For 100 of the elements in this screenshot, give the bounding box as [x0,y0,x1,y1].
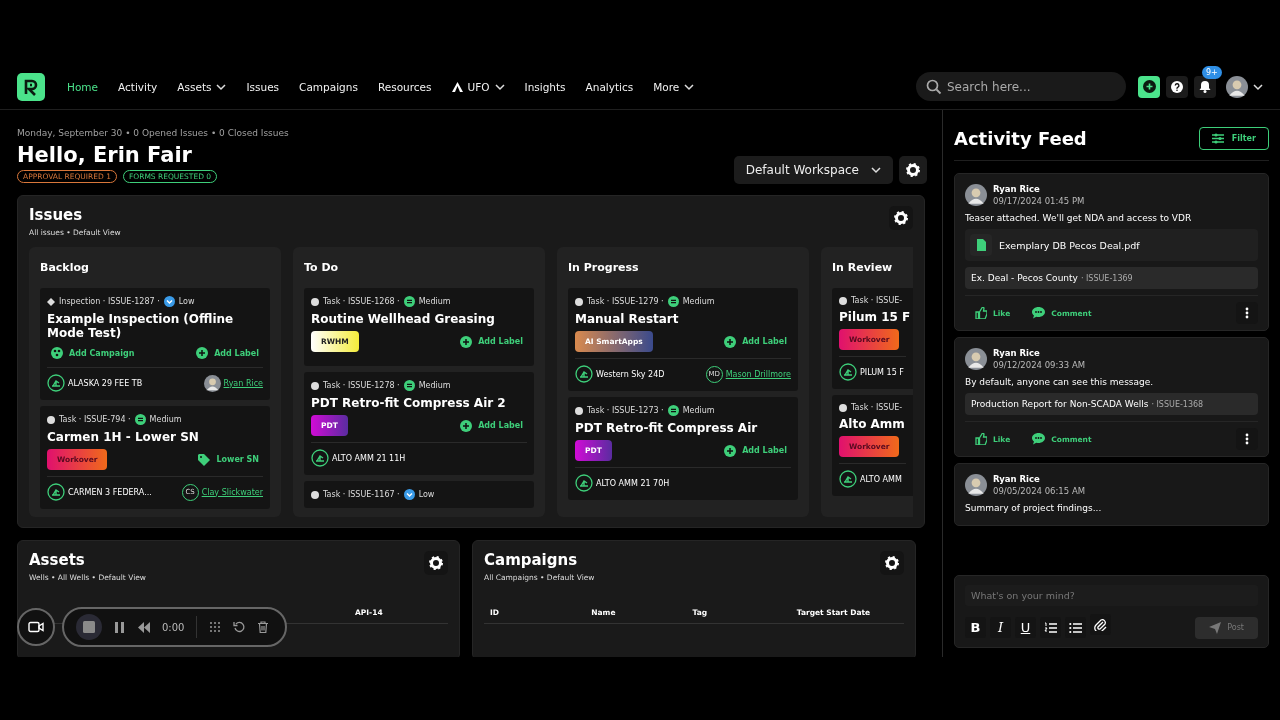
issue-link[interactable]: Production Report for Non-SCADA Wells · ISSUE-1368 [965,393,1258,415]
priority-label: Medium [682,406,715,415]
plus-icon [724,335,737,348]
issue-title: PDT Retro-fit Compress Air 2 [311,396,507,410]
author-name: Ryan Rice [993,348,1041,358]
add-label-button[interactable]: Add Label [456,417,527,434]
settings-button[interactable] [880,551,904,575]
label-link[interactable]: Lower SN [194,451,263,468]
pause-icon [114,621,126,633]
nav-link[interactable]: Analytics [585,76,644,97]
add-label-button[interactable]: Add Label [192,345,263,361]
caret-icon [216,82,227,91]
pump-icon [47,374,65,392]
plus-icon [196,347,209,359]
help-button[interactable] [1166,75,1188,98]
settings-button[interactable] [889,206,913,230]
toolbar-button[interactable] [1090,614,1111,635]
assignee-link[interactable]: Mason Drillmore [725,369,791,379]
priority-label: Low [178,297,195,306]
issue-card[interactable]: Task · ISSUE-1167 · Low [304,481,534,508]
nav-link[interactable]: Resources [377,76,442,97]
add-campaign-button[interactable]: Add Campaign [47,345,139,361]
notifications-button[interactable] [1194,75,1216,98]
nav-link[interactable]: UFO [451,76,515,97]
more-button[interactable] [1236,428,1258,450]
avatar-icon [1226,75,1248,98]
paperclip-icon [1094,618,1107,631]
nav-link[interactable]: Activity [118,76,168,97]
issue-title: Routine Wellhead Greasing [311,312,496,326]
settings-button[interactable] [899,156,927,184]
search-field[interactable]: Search here... [916,72,1126,101]
attachment[interactable]: Exemplary DB Pecos Deal.pdf [965,229,1258,261]
stop-button[interactable] [76,614,102,640]
more-button[interactable] [1236,302,1258,324]
avatar-icon [965,348,987,370]
add-label-button[interactable]: Add Label [720,333,791,350]
issue-title: Production Report for Non-SCADA Wells [971,399,1149,409]
rewind-button[interactable] [138,621,150,633]
plus-icon [460,335,473,348]
filter-button[interactable]: Filter [1198,127,1269,150]
pump-icon [839,470,857,488]
nav-link[interactable]: More [653,76,705,97]
toolbar-button[interactable] [1040,617,1061,638]
priority-label: Medium [149,415,182,424]
issue-meta: Task · ISSUE-1278 · [323,381,400,390]
settings-icon [906,163,920,177]
format-button[interactable]: B [965,617,986,638]
reset-icon [233,621,246,633]
plus-icon [460,419,473,432]
panel-title: Issues [29,206,84,224]
pause-button[interactable] [114,621,126,633]
add-label-button[interactable]: Add Label [720,442,791,459]
toolbar-button[interactable] [1065,617,1086,638]
issue-title: Example Inspection (Offline Mode Test) [47,312,235,340]
summary-text: Monday, September 30 • 0 Opened Issues • 0 Closed Issues [17,128,289,138]
issue-meta: Task · ISSUE-1268 · [323,297,400,306]
account-menu[interactable] [1226,75,1263,98]
issue-meta: Task · ISSUE-1167 · [323,490,400,499]
reset-button[interactable] [233,621,246,633]
priority-label: Medium [418,297,451,306]
issue-meta: Task · ISSUE-1279 · [587,297,664,306]
column-title: In Review [832,261,894,274]
bullet-list-icon [1069,621,1082,634]
issue-card[interactable]: Inspection · ISSUE-1287 · Low Example Inspection (Offline Mode Test) Add Campaign Add Label ALASKA 29 FEE TB Ryan Rice [40,288,270,400]
dot-icon [47,415,55,424]
nav-link[interactable]: Issues [246,76,290,97]
dot-icon [839,296,847,305]
add-button[interactable] [1138,75,1160,98]
nav-link[interactable]: Campaigns [299,76,368,97]
format-button[interactable]: U [1015,617,1036,638]
workspace-select[interactable]: Default Workspace [733,156,893,184]
settings-button[interactable] [424,551,448,575]
help-icon [1171,80,1183,93]
delete-button[interactable] [257,621,270,633]
nav-link[interactable]: Insights [524,76,576,97]
message-field[interactable]: What's on your mind? [965,585,1258,606]
notification-badge: 9+ [1202,65,1222,79]
author-name: Ryan Rice [993,474,1041,484]
post-text: Summary of project findings... [965,503,1103,513]
chat-icon [1032,433,1046,445]
numbered-list-icon [1044,621,1057,634]
search-icon [926,79,942,95]
issue-link[interactable]: Ex. Deal - Pecos County · ISSUE-1369 [965,267,1258,289]
grid-button[interactable] [209,621,222,633]
asset-name: CARMEN 3 FEDERA... [68,487,152,497]
format-button[interactable]: I [990,617,1011,638]
stop-icon [83,621,95,633]
plus-icon [1142,80,1156,93]
feed-title: Activity Feed [954,128,1087,149]
chevron-down-icon [403,489,415,500]
assignee-link[interactable]: Ryan Rice [223,378,263,388]
add-label-button[interactable]: Add Label [456,333,527,350]
assignee-link[interactable]: Clay Slickwater [201,487,263,497]
file-icon [970,234,992,256]
priority-label: Medium [418,381,451,390]
caret-icon [494,82,505,91]
nav-link[interactable]: Assets [177,76,237,97]
trash-icon [257,621,270,633]
nav-link[interactable]: Home [67,76,108,97]
issue-title: PDT Retro-fit Compress Air [575,421,759,435]
